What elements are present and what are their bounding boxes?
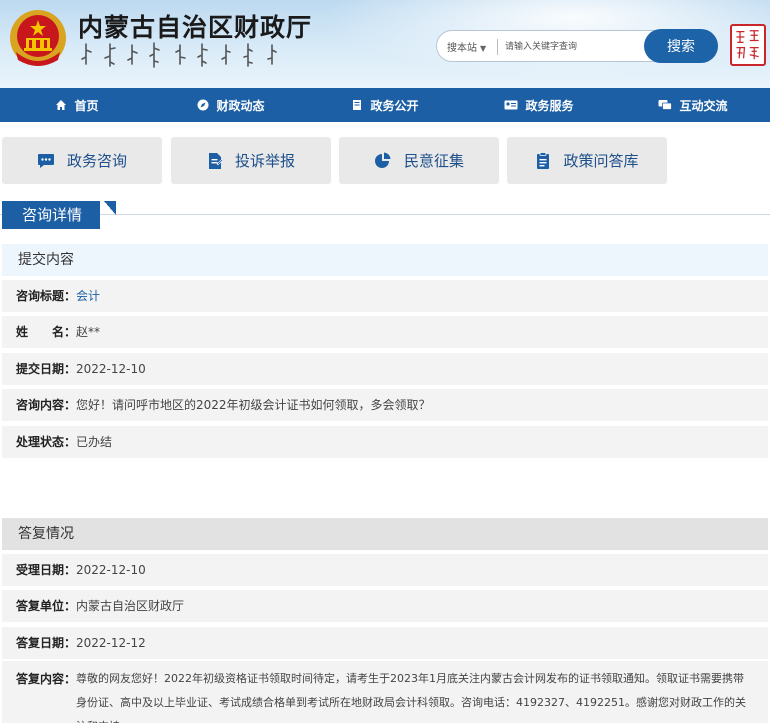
section-title: 咨询详情 <box>2 201 101 229</box>
search-input[interactable] <box>505 37 637 57</box>
field-value: 2022-12-10 <box>76 362 146 376</box>
quick-link-label: 政务咨询 <box>66 152 127 170</box>
id-card-icon <box>504 100 518 110</box>
detail-row-reply-unit: 答复单位：内蒙古自治区财政厅 <box>2 590 768 622</box>
field-label: 答复单位： <box>16 599 77 613</box>
field-label: 答复内容： <box>16 672 77 686</box>
compass-icon <box>197 99 209 111</box>
search-scope-label: 搜本站 <box>447 43 477 54</box>
search-scope-select[interactable]: 搜本站 ▼ <box>447 39 486 54</box>
field-value: 2022-12-12 <box>76 636 146 650</box>
national-emblem-icon <box>10 10 66 66</box>
document-edit-icon <box>208 152 223 169</box>
detail-row-reply-content: 答复内容： 尊敬的网友您好！2022年初级资格证书领取时间待定，请考生于2023年… <box>2 661 768 723</box>
main-nav: 首页 财政动态 政务公开 政务服务 互动交流 <box>0 88 770 122</box>
field-value: 内蒙古自治区财政厅 <box>76 599 185 613</box>
search-divider <box>497 39 498 55</box>
quick-link-label: 民意征集 <box>403 152 464 170</box>
nav-item-label: 首页 <box>74 98 99 113</box>
nav-item-gov-affairs[interactable]: 政务公开 <box>308 88 462 122</box>
quick-links: 政务咨询 投诉举报 民意征集 政策问答库 <box>0 137 770 185</box>
nav-item-label: 政务服务 <box>525 98 574 113</box>
site-header: 内蒙古自治区财政厅 搜本站▼ 搜索 <box>0 0 770 88</box>
detail-row-accept-date: 受理日期：2022-12-10 <box>2 554 768 586</box>
detail-row-submit-date: 提交日期：2022-12-10 <box>2 353 768 385</box>
mongolian-script-title <box>81 42 277 68</box>
detail-row-status: 处理状态：已办结 <box>2 426 768 458</box>
quick-link-policy-qa[interactable]: 政策问答库 <box>507 137 667 184</box>
field-label: 受理日期： <box>16 563 77 577</box>
field-label: 答复日期： <box>16 636 77 650</box>
nav-item-home[interactable]: 首页 <box>0 88 154 122</box>
nav-item-gov-services[interactable]: 政务服务 <box>462 88 616 122</box>
book-icon <box>353 100 362 110</box>
reply-heading: 答复情况 <box>2 518 768 550</box>
nav-item-label: 互动交流 <box>679 98 728 113</box>
chat-icon <box>658 100 673 110</box>
nav-item-label: 政务公开 <box>370 98 419 113</box>
home-icon <box>56 100 67 110</box>
search-button[interactable]: 搜索 <box>644 29 718 63</box>
field-value: 您好！请问呼市地区的2022年初级会计证书如何领取，多会领取？ <box>76 398 431 412</box>
submission-heading: 提交内容 <box>2 244 768 276</box>
quick-link-complaint[interactable]: 投诉举报 <box>171 137 331 184</box>
field-value: 会计 <box>76 289 101 303</box>
detail-row-reply-date: 答复日期：2022-12-12 <box>2 627 768 659</box>
section-title-notch <box>104 201 116 215</box>
field-label: 姓 名： <box>16 325 77 339</box>
field-value: 2022-12-10 <box>76 563 146 577</box>
calligraphy-seal-icon <box>730 24 766 66</box>
nav-item-interaction[interactable]: 互动交流 <box>616 88 770 122</box>
nav-item-label: 财政动态 <box>216 98 265 113</box>
field-value: 已办结 <box>76 435 113 449</box>
quick-link-public-opinion[interactable]: 民意征集 <box>339 137 499 184</box>
message-icon <box>37 153 54 168</box>
detail-row-content: 咨询内容：您好！请问呼市地区的2022年初级会计证书如何领取，多会领取？ <box>2 389 768 421</box>
detail-row-name: 姓 名：赵** <box>2 316 768 348</box>
field-value: 尊敬的网友您好！2022年初级资格证书领取时间待定，请考生于2023年1月底关注… <box>76 672 746 723</box>
nav-item-finance-news[interactable]: 财政动态 <box>154 88 308 122</box>
field-label: 咨询内容： <box>16 398 77 412</box>
field-value: 赵** <box>76 325 101 339</box>
field-label: 咨询标题： <box>16 289 77 303</box>
pie-chart-icon <box>374 152 391 168</box>
field-label: 提交日期： <box>16 362 77 376</box>
quick-link-consultation[interactable]: 政务咨询 <box>2 137 162 184</box>
chevron-down-icon: ▼ <box>480 44 487 53</box>
quick-link-label: 投诉举报 <box>234 152 295 170</box>
clipboard-icon <box>537 151 550 169</box>
detail-row-title: 咨询标题：会计 <box>2 280 768 312</box>
site-title: 内蒙古自治区财政厅 <box>78 13 313 42</box>
field-label: 处理状态： <box>16 435 77 449</box>
quick-link-label: 政策问答库 <box>563 152 639 170</box>
